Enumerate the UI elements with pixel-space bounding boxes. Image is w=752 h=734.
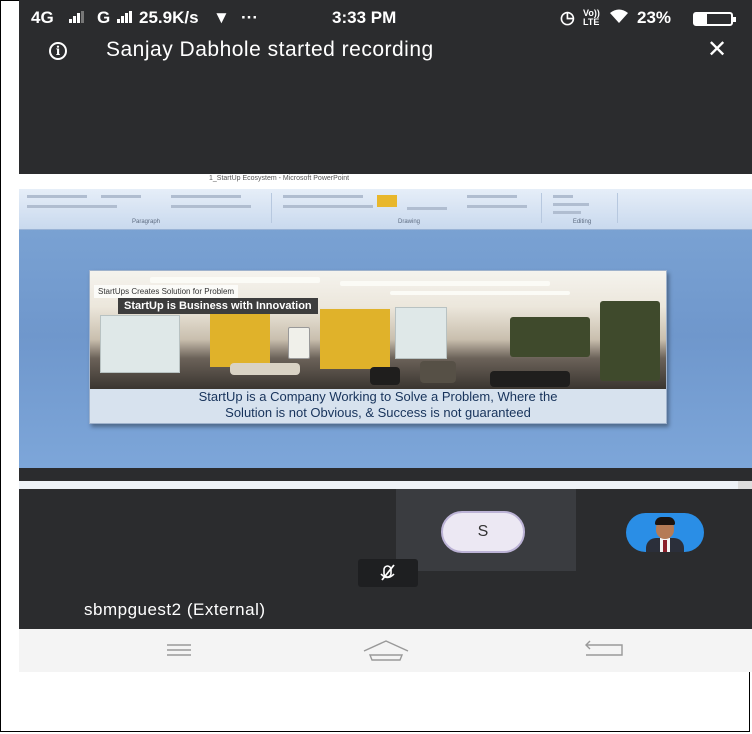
video-separator — [19, 481, 752, 489]
clock: 3:33 PM — [332, 8, 397, 27]
slide-caption: StartUp is a Company Working to Solve a … — [90, 389, 666, 423]
avatar-initial: S — [441, 511, 525, 553]
recording-message: Sanjay Dabhole started recording — [106, 38, 434, 61]
vpn-shield-icon: ▼ — [213, 8, 230, 27]
back-icon[interactable] — [554, 629, 654, 672]
ribbon-group-drawing: Drawing — [277, 193, 542, 225]
menu-icon[interactable] — [129, 629, 229, 672]
participant-tile-initial[interactable]: S — [396, 489, 576, 571]
ribbon-label-editing: Editing — [572, 219, 592, 225]
network-type-4g: 4G — [31, 8, 54, 27]
wifi-icon — [609, 8, 629, 29]
avatar-photo — [626, 513, 704, 552]
mic-muted-icon — [358, 559, 418, 587]
slide-caption-line2: Solution is not Obvious, & Success is no… — [225, 405, 531, 420]
signal-icon — [65, 8, 91, 28]
network-type-g: G — [97, 8, 111, 27]
battery-percent: 23% — [637, 8, 672, 27]
android-navbar — [19, 629, 752, 672]
signal-icon-2 — [113, 8, 139, 28]
presentation-slide: StartUps Creates Solution for Problem St… — [89, 270, 667, 424]
network-speed: 25.9K/s — [139, 8, 199, 27]
volte-indicator: Vo)) LTE — [583, 8, 600, 27]
active-speaker-name: sbmpguest2 (External) — [84, 600, 266, 619]
ribbon-group-paragraph: Paragraph — [21, 193, 272, 225]
powerpoint-ribbon: Paragraph Drawing Editing — [19, 189, 752, 230]
ribbon-label-paragraph: Paragraph — [131, 219, 161, 225]
home-icon[interactable] — [336, 629, 436, 672]
close-icon[interactable]: ✕ — [707, 36, 727, 64]
slide-office-photo: StartUps Creates Solution for Problem St… — [90, 271, 666, 389]
alarm-icon: ◷ — [560, 8, 575, 27]
slide-tag-small: StartUps Creates Solution for Problem — [94, 285, 239, 298]
shared-window-titlebar: 1_StartUp Ecosystem - Microsoft PowerPoi… — [19, 174, 752, 189]
status-bar: 4G G 25.9K/s ▼ ··· 3:33 PM ◷ Vo)) LTE 23… — [19, 0, 752, 36]
more-notifications: ··· — [241, 8, 258, 27]
ribbon-group-editing: Editing — [547, 193, 618, 225]
battery-icon — [693, 12, 736, 26]
slide-caption-line1: StartUp is a Company Working to Solve a … — [198, 389, 558, 404]
participant-tile-photo[interactable] — [576, 489, 752, 571]
shared-screen[interactable]: 1_StartUp Ecosystem - Microsoft PowerPoi… — [19, 174, 752, 468]
slide-tag-bold: StartUp is Business with Innovation — [118, 298, 318, 314]
ribbon-label-drawing: Drawing — [397, 219, 420, 225]
info-icon[interactable]: i — [49, 42, 67, 60]
shared-window-title: 1_StartUp Ecosystem - Microsoft PowerPoi… — [209, 175, 350, 182]
phone-screen: 4G G 25.9K/s ▼ ··· 3:33 PM ◷ Vo)) LTE 23… — [19, 0, 752, 672]
